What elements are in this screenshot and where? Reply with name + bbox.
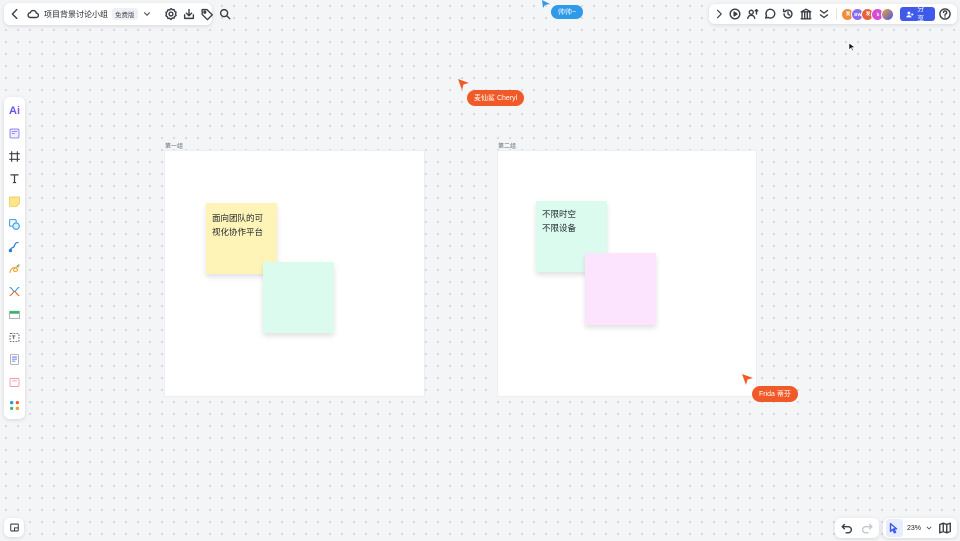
card-icon	[9, 378, 20, 387]
collaborator-cursor-bottom	[742, 374, 753, 385]
library-icon[interactable]	[798, 5, 814, 23]
mindmap-tool[interactable]	[5, 282, 24, 302]
select-tool-icon[interactable]	[886, 519, 903, 537]
minimap-icon	[9, 523, 19, 532]
document-title[interactable]: 项目背景讨论小组	[44, 9, 108, 20]
share-button[interactable]: 分享	[900, 6, 936, 23]
table-tool[interactable]	[5, 305, 24, 325]
undo-redo-panel	[835, 518, 879, 538]
collaborator-tag-bottom: Frida 蒂芬	[752, 386, 798, 402]
frame-label: 第二组	[498, 144, 517, 150]
minimap-button[interactable]	[4, 518, 24, 537]
card-tool[interactable]	[5, 373, 24, 393]
connector-icon	[8, 241, 19, 253]
shape-tool[interactable]	[5, 214, 24, 234]
collaboration-icon[interactable]	[745, 5, 761, 23]
search-icon[interactable]	[218, 5, 232, 23]
zoom-panel: 23%	[883, 518, 957, 538]
redo-icon[interactable]	[860, 519, 874, 537]
template-icon	[9, 128, 20, 139]
share-label: 分享	[917, 6, 925, 23]
top-left-toolbar: 项目背景讨论小组 免费版	[4, 3, 231, 25]
add-user-icon	[906, 11, 914, 17]
comment-icon[interactable]	[763, 5, 779, 23]
text-box-tool[interactable]	[5, 327, 24, 347]
template-tool[interactable]	[5, 124, 24, 144]
mouse-pointer-icon	[848, 42, 856, 52]
ai-icon: Ai	[9, 104, 20, 117]
sticky-note[interactable]	[263, 262, 334, 333]
pen-icon	[9, 263, 20, 273]
plan-badge[interactable]: 免费版	[112, 8, 138, 20]
connector-tool[interactable]	[5, 237, 24, 257]
sticky-note[interactable]	[585, 253, 656, 325]
settings-icon[interactable]	[164, 5, 178, 23]
back-icon[interactable]	[8, 5, 22, 23]
map-view-icon[interactable]	[937, 519, 954, 537]
shape-icon	[9, 218, 20, 230]
undo-icon[interactable]	[840, 519, 854, 537]
tag-icon[interactable]	[200, 5, 214, 23]
chevron-down-icon[interactable]	[142, 5, 152, 23]
divider	[835, 8, 837, 20]
table-icon	[9, 310, 20, 320]
present-icon[interactable]	[727, 5, 743, 23]
frame-tool[interactable]	[5, 146, 24, 166]
history-icon[interactable]	[780, 5, 796, 23]
avatar	[881, 7, 895, 21]
left-toolbar: Ai	[4, 97, 25, 419]
collaborator-cursor-top	[542, 0, 550, 8]
top-right-toolbar: 发 BW 发 b 分享	[709, 4, 957, 24]
zoom-level[interactable]: 23%	[907, 525, 921, 532]
document-icon	[10, 354, 19, 366]
download-icon[interactable]	[182, 5, 196, 23]
chevron-right-icon[interactable]	[713, 5, 725, 23]
sticky-note-icon	[9, 196, 20, 207]
chevron-down-icon[interactable]	[925, 519, 933, 537]
more-tools[interactable]	[5, 395, 24, 415]
collapse-icon[interactable]	[816, 5, 832, 23]
collaborator-cursor-middle	[458, 79, 469, 90]
ai-tool[interactable]: Ai	[5, 101, 24, 121]
frame-label: 第一组	[165, 144, 184, 150]
frame-icon	[9, 150, 20, 162]
pen-tool[interactable]	[5, 259, 24, 279]
collaborator-tag-middle: 麦仙鲨 Cheryl	[467, 90, 525, 106]
document-tool[interactable]	[5, 350, 24, 370]
more-tools-icon	[10, 400, 19, 410]
text-icon	[10, 174, 19, 184]
help-icon[interactable]	[937, 5, 953, 23]
mindmap-icon	[9, 287, 20, 297]
avatar-group[interactable]: 发 BW 发 b	[841, 7, 895, 21]
sticky-note-tool[interactable]	[5, 192, 24, 212]
collaborator-tag-top: 帅帅~	[551, 5, 584, 19]
text-tool[interactable]	[5, 169, 24, 189]
text-box-icon	[9, 332, 20, 342]
cloud-sync-icon	[26, 5, 40, 23]
